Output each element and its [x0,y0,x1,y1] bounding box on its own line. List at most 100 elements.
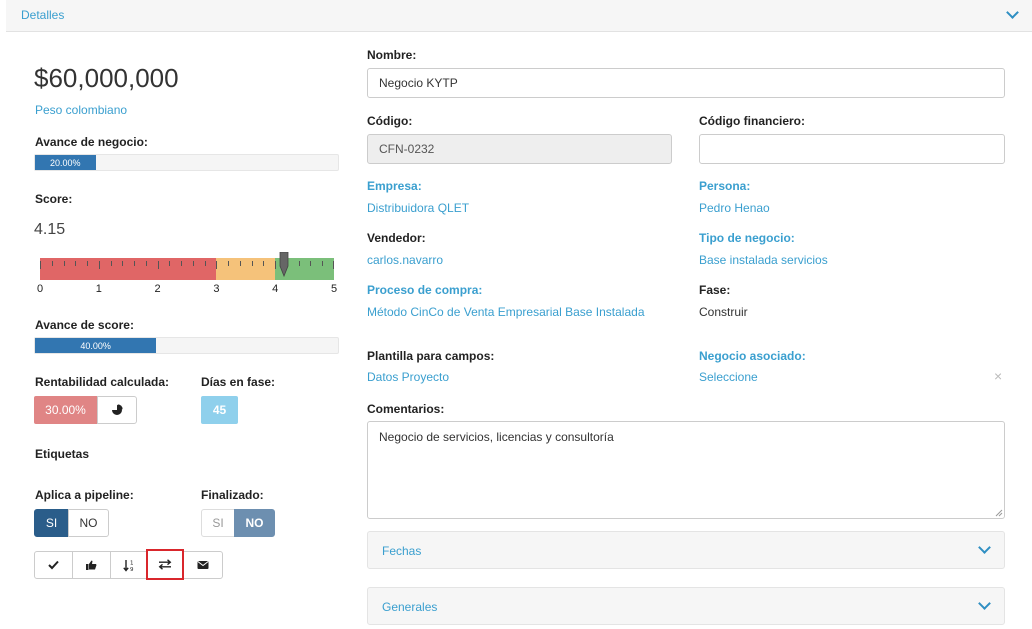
gauge-tick [157,261,159,269]
tags-label: Etiquetas [35,447,90,461]
gauge-zone [40,258,217,280]
purchase-process-label: Proceso de compra: [367,283,483,297]
gauge-zone [216,258,276,280]
details-header[interactable]: Detalles [6,0,1032,32]
gauge-tick [122,261,124,266]
pipeline-no-label: NO [79,516,98,530]
score-progress-fill: 40.00% [35,338,157,353]
deal-progress-bar: 20.00% [34,154,339,171]
gauge-tick-label: 5 [330,283,338,295]
gauge-tick-label: 3 [213,283,220,295]
profitability-value: 30.00% [34,396,97,424]
dates-panel[interactable]: Fechas [367,531,1005,569]
gauge-tick [40,261,41,269]
score-progress-label: Avance de score: [35,318,134,332]
score-progress-text: 40.00% [80,340,111,351]
gauge-tick [239,261,241,266]
exchange-icon [158,559,172,570]
financial-code-input[interactable] [699,134,1005,164]
seller-label: Vendedor: [367,231,426,245]
pipeline-yes-button[interactable]: SI [34,509,69,537]
gauge-tick [275,261,277,269]
code-label: Código: [367,114,413,128]
gauge-tick [263,261,265,266]
template-link[interactable]: Datos Proyecto [367,370,449,384]
email-button[interactable] [183,551,223,579]
svg-text:9: 9 [130,567,134,572]
phase-value: Construir [699,305,748,319]
company-label: Empresa: [367,179,422,193]
deal-amount: $60,000,000 [34,63,179,93]
approve-button[interactable] [34,551,73,579]
check-icon [48,560,59,570]
finalized-yes-button[interactable]: SI [201,509,235,537]
gauge-tick [98,261,100,269]
gauge-tick [87,261,89,266]
gauge-tick [169,261,171,266]
gauge-tick [310,261,312,266]
dates-panel-title: Fechas [382,544,422,558]
gauge-tick [298,261,300,266]
code-input: CFN-0232 [367,134,672,164]
score-progress-bar: 40.00% [34,337,339,354]
associated-deal-select[interactable]: Seleccione [699,370,758,384]
days-in-phase-value: 45 [201,396,238,424]
gauge-tick [63,261,65,266]
chevron-down-icon[interactable] [1006,6,1019,19]
profitability-chart-button[interactable] [97,396,137,424]
gauge-tick-label: 4 [272,283,279,295]
chevron-down-icon[interactable] [978,597,991,610]
comments-label: Comentarios: [367,402,445,416]
financial-code-label: Código financiero: [699,114,805,128]
name-label: Nombre: [367,48,417,62]
sort-numeric-icon: 19 [122,559,134,572]
gauge-tick [333,261,334,269]
finalized-no-button[interactable]: NO [234,509,275,537]
purchase-process-link[interactable]: Método CinCo de Venta Empresarial Base I… [367,305,645,319]
pipeline-label: Aplica a pipeline: [35,488,134,502]
general-panel-title: Generales [382,600,438,614]
comments-textarea[interactable]: Negocio de servicios, licencias y consul… [367,421,1005,519]
gauge-tick [110,261,112,266]
associated-deal-label: Negocio asociado: [699,349,806,363]
seller-link[interactable]: carlos.navarro [367,253,443,267]
details-title: Detalles [21,8,65,22]
general-panel[interactable]: Generales [367,587,1005,625]
transfer-button[interactable] [146,549,184,580]
gauge-tick [192,261,194,266]
gauge-tick [181,261,183,266]
gauge-tick [145,261,147,266]
name-input[interactable]: Negocio KYTP [367,68,1005,98]
gauge-tick [228,261,230,266]
resize-handle-icon[interactable] [994,508,1003,517]
pipeline-no-button[interactable]: NO [68,509,109,537]
gauge-tick [134,261,136,266]
company-link[interactable]: Distribuidora QLET [367,201,469,215]
gauge-tick [322,261,324,266]
deal-progress-text: 20.00% [50,157,81,168]
pipeline-yes-label: SI [45,516,58,530]
gauge-tick [216,261,218,269]
gauge-tick-label: 0 [36,283,44,295]
clear-icon[interactable]: × [994,368,1002,384]
chevron-down-icon[interactable] [978,541,991,554]
person-label: Persona: [699,179,751,193]
gauge-needle [279,252,289,278]
person-link[interactable]: Pedro Henao [699,201,770,215]
gauge-tick [251,261,253,266]
template-label: Plantilla para campos: [367,349,495,363]
like-button[interactable] [72,551,111,579]
thumbs-up-icon [86,560,97,570]
finalized-label: Finalizado: [201,488,264,502]
days-in-phase-label: Días en fase: [201,375,276,389]
deal-progress-label: Avance de negocio: [35,135,148,149]
gauge-tick [51,261,53,266]
pie-chart-icon [112,404,123,415]
envelope-icon [197,561,209,569]
deal-progress-fill: 20.00% [35,155,96,170]
svg-text:1: 1 [130,560,134,566]
sort-button[interactable]: 19 [110,551,147,579]
currency-label: Peso colombiano [35,103,128,117]
deal-type-label: Tipo de negocio: [699,231,795,245]
deal-type-link[interactable]: Base instalada servicios [699,253,828,267]
